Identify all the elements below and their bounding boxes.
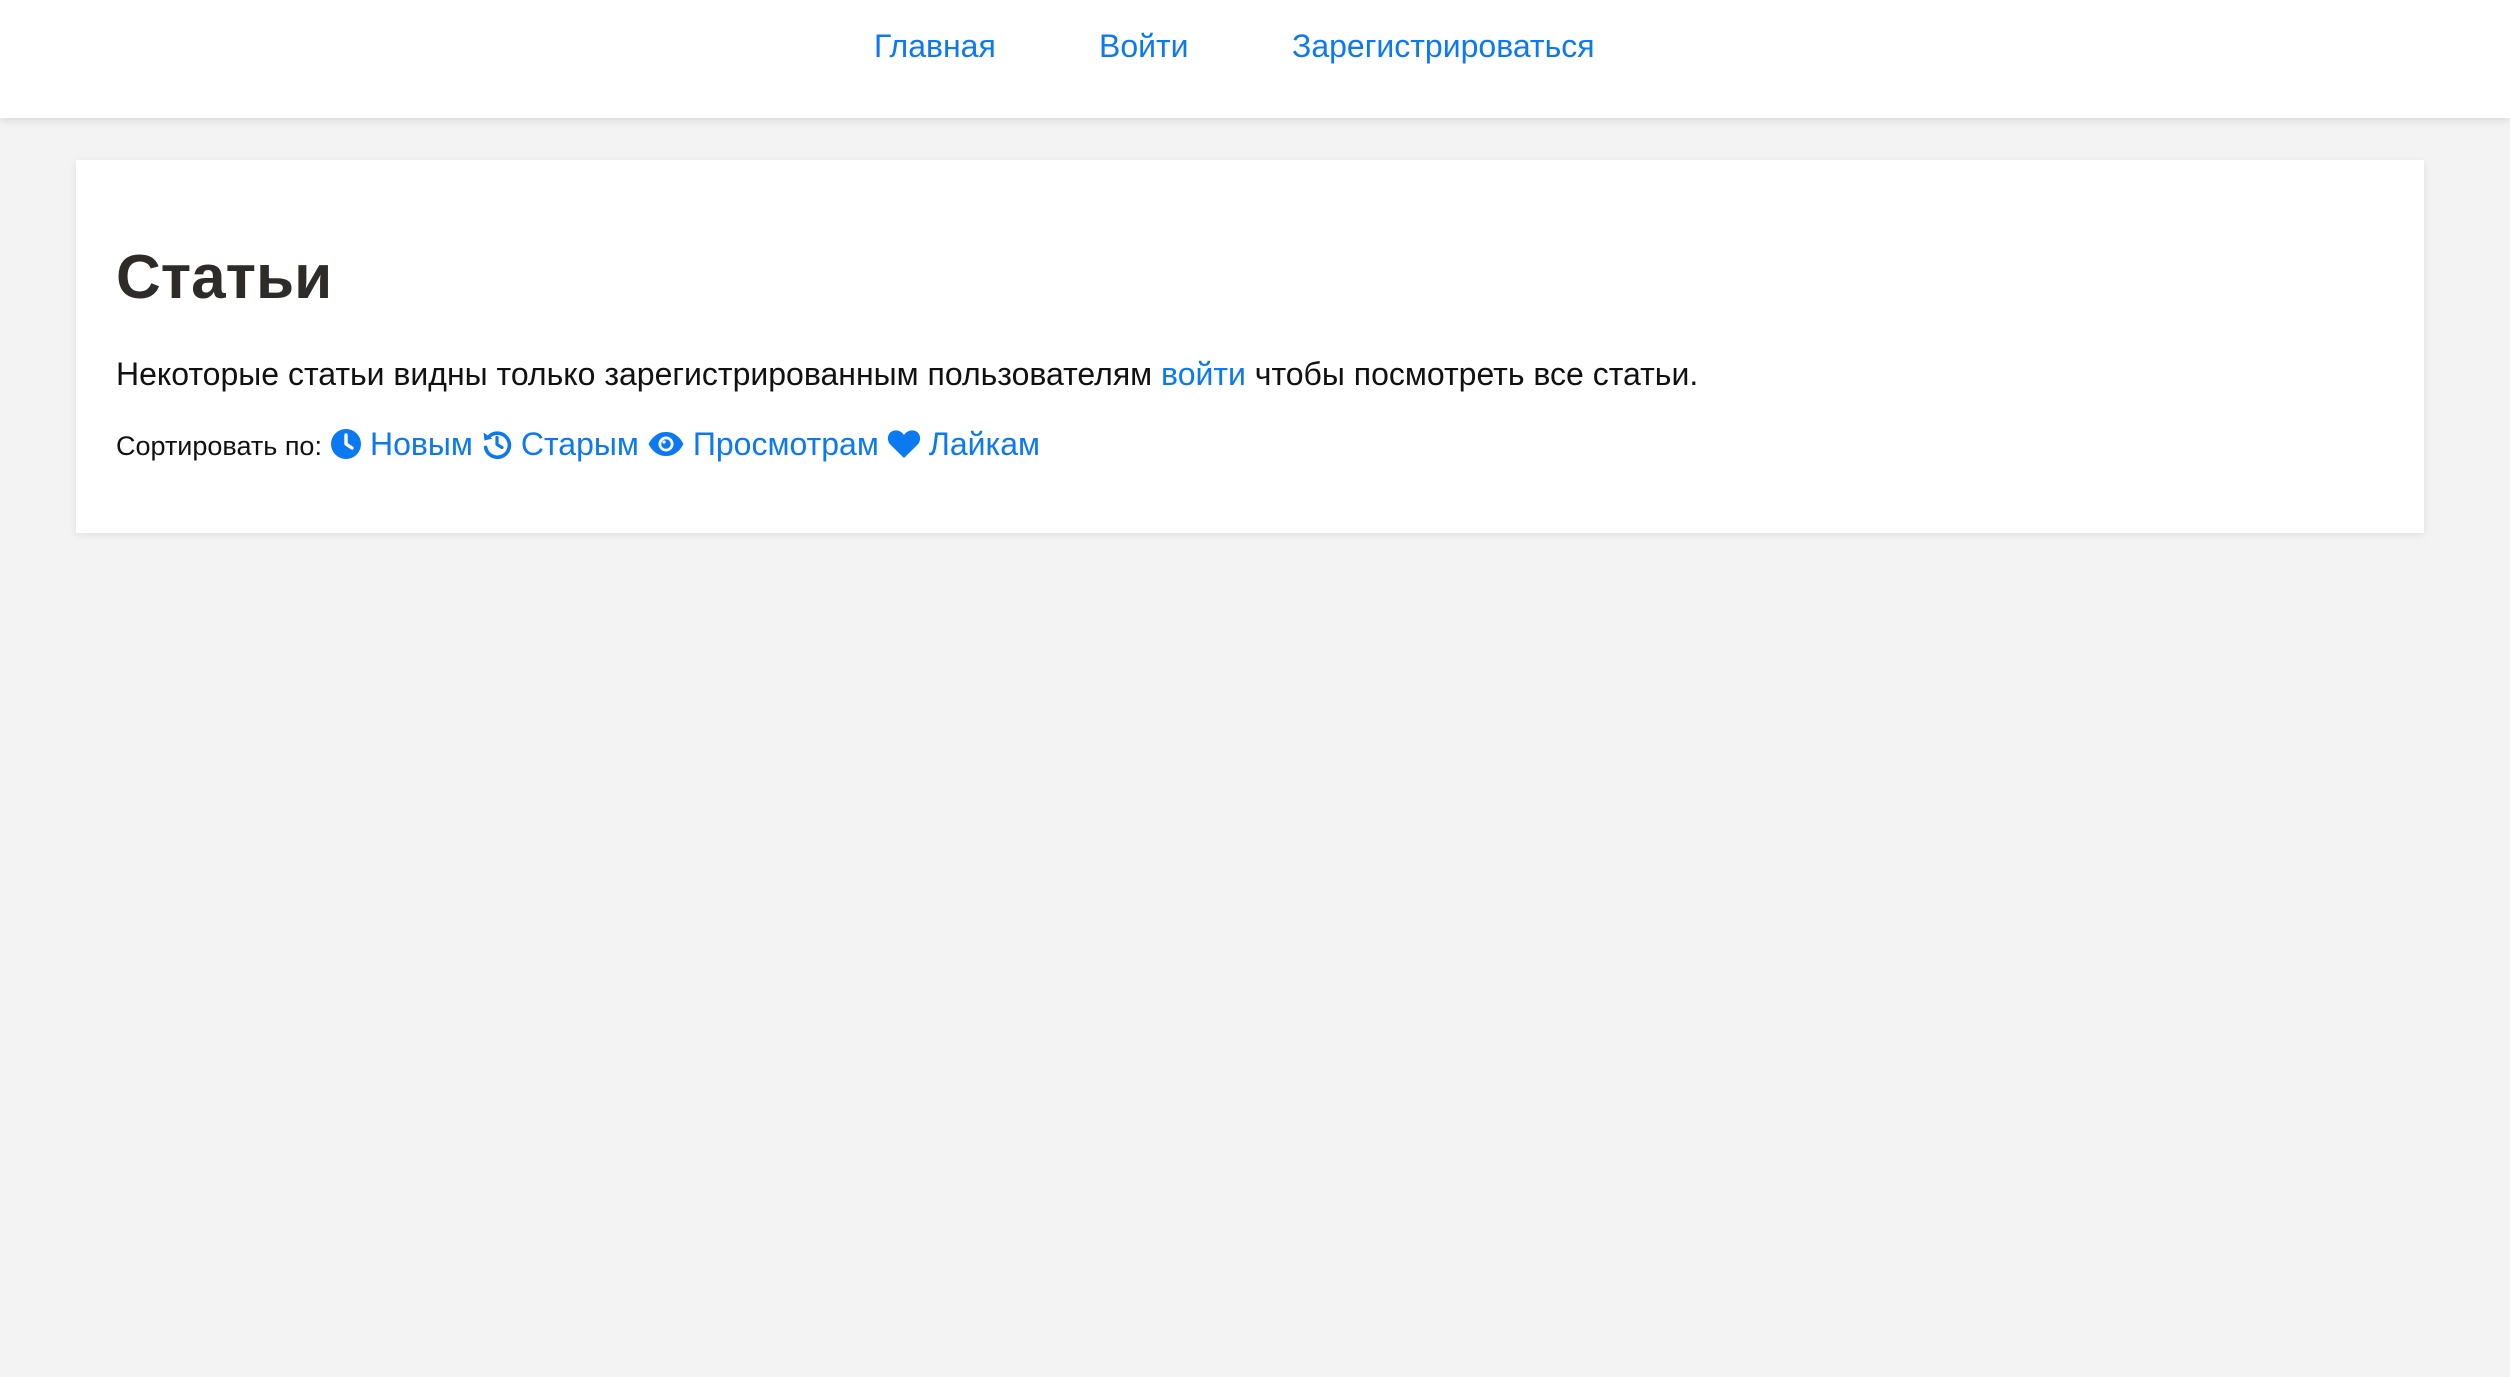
- sort-bar: Сортировать по: Новым Старым Просмотрам …: [116, 422, 1048, 466]
- sort-by-likes-label: Лайкам: [928, 425, 1040, 462]
- clock-icon: [330, 428, 362, 460]
- nav-link-register[interactable]: Зарегистрироваться: [1292, 27, 1595, 65]
- notice-login-link[interactable]: войти: [1161, 356, 1246, 392]
- login-notice: Некоторые статьи видны только зарегистри…: [116, 355, 1698, 393]
- sort-by-newest-link[interactable]: Новым: [330, 426, 473, 463]
- articles-card: Статьи Некоторые статьи видны только зар…: [76, 160, 2424, 533]
- notice-text-before: Некоторые статьи видны только зарегистри…: [116, 356, 1162, 392]
- sort-by-oldest-link[interactable]: Старым: [481, 426, 639, 463]
- sort-by-views-link[interactable]: Просмотрам: [647, 426, 879, 463]
- sort-by-views-label: Просмотрам: [692, 425, 879, 462]
- nav-link-login[interactable]: Войти: [1099, 27, 1189, 65]
- eye-icon: [647, 428, 685, 460]
- history-icon: [481, 428, 513, 460]
- page-title: Статьи: [116, 243, 333, 312]
- sort-by-newest-label: Новым: [369, 425, 473, 462]
- sort-by-likes-link[interactable]: Лайкам: [887, 426, 1040, 463]
- nav-link-home[interactable]: Главная: [874, 27, 996, 65]
- sort-label: Сортировать по:: [116, 430, 322, 461]
- sort-by-oldest-label: Старым: [520, 425, 639, 462]
- top-navigation-bar: Главная Войти Зарегистрироваться: [0, 0, 2510, 118]
- heart-icon: [887, 428, 921, 460]
- notice-text-after: чтобы посмотреть все статьи.: [1245, 356, 1699, 392]
